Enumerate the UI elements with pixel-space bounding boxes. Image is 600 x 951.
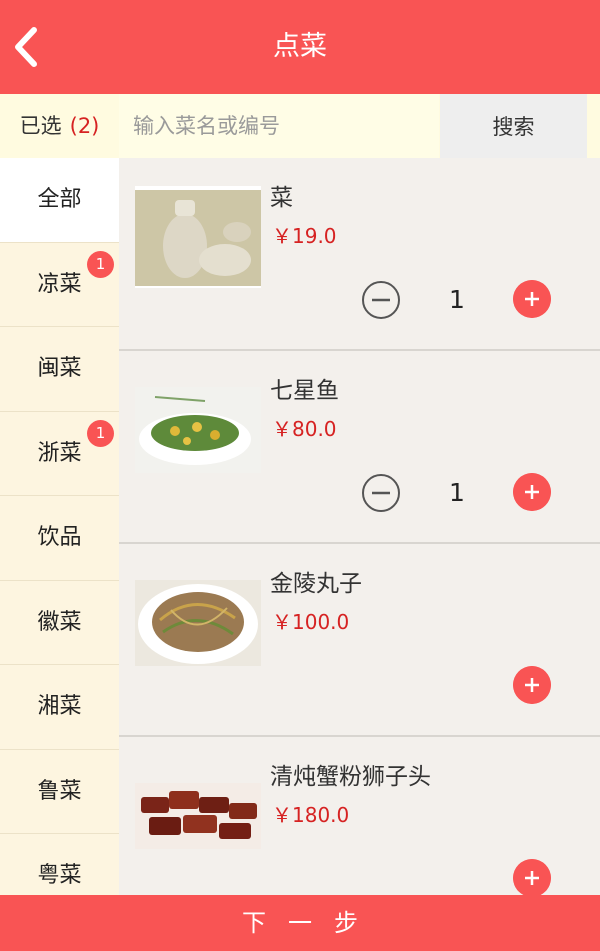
dish-price: ￥80.0	[272, 417, 337, 441]
app-header: 点菜	[0, 0, 600, 94]
next-step-button[interactable]: 下一步	[0, 895, 600, 951]
category-sidebar: 全部 凉菜 1 闽菜 浙菜 1 饮品 徽菜 湘菜 鲁菜 粤菜	[0, 158, 119, 895]
category-label: 徽菜	[37, 609, 82, 635]
selected-count-button[interactable]: 已选 (2)	[0, 94, 119, 158]
dish-name: 清炖蟹粉狮子头	[270, 764, 431, 790]
plus-icon[interactable]	[513, 473, 551, 511]
quantity-value: 1	[449, 285, 465, 314]
category-label: 鲁菜	[37, 778, 82, 804]
category-label: 饮品	[37, 525, 82, 550]
page-title: 点菜	[273, 31, 327, 62]
category-item-anhui[interactable]: 徽菜	[0, 581, 119, 665]
search-bar: 已选 (2) 搜索	[0, 94, 600, 158]
category-item-shandong[interactable]: 鲁菜	[0, 750, 119, 834]
quantity-value: 1	[449, 478, 465, 507]
category-item-hunan[interactable]: 湘菜	[0, 665, 119, 750]
category-label: 全部	[37, 187, 82, 212]
category-item-all[interactable]: 全部	[0, 158, 119, 243]
dish-item: 金陵丸子 ￥100.0	[119, 544, 600, 737]
dish-item: 清炖蟹粉狮子头 ￥180.0	[119, 737, 600, 895]
dish-price: ￥19.0	[272, 224, 337, 248]
category-item-zhejiang[interactable]: 浙菜 1	[0, 412, 119, 496]
dish-item: 菜 ￥19.0 1	[119, 158, 600, 351]
dish-photo	[135, 580, 261, 666]
dish-name: 菜	[270, 185, 293, 211]
category-label: 凉菜	[37, 271, 82, 297]
category-label: 粤菜	[37, 863, 82, 888]
dish-name: 金陵丸子	[270, 571, 362, 597]
search-input[interactable]	[119, 94, 439, 158]
dish-photo	[135, 186, 261, 288]
selected-label: 已选	[19, 114, 62, 138]
category-label: 浙菜	[37, 440, 82, 466]
dish-price: ￥100.0	[272, 610, 350, 634]
category-label: 闽菜	[37, 356, 82, 381]
category-item-drinks[interactable]: 饮品	[0, 496, 119, 581]
dish-item: 七星鱼 ￥80.0 1	[119, 351, 600, 544]
dish-photo	[135, 783, 261, 849]
dish-name: 七星鱼	[270, 378, 339, 404]
count-badge: 1	[87, 419, 114, 447]
selected-count: (2)	[69, 114, 100, 138]
plus-icon[interactable]	[513, 666, 551, 704]
search-button[interactable]: 搜索	[440, 94, 587, 158]
plus-icon[interactable]	[513, 859, 551, 895]
dish-photo	[135, 387, 261, 473]
minus-icon[interactable]	[361, 473, 401, 513]
dish-list: 菜 ￥19.0 1 七星鱼 ￥80.0 1 金陵丸子 ￥100.0 清炖蟹粉狮子…	[119, 158, 600, 895]
minus-icon[interactable]	[361, 280, 401, 320]
category-item-cantonese[interactable]: 粤菜	[0, 834, 119, 895]
category-item-fujian[interactable]: 闽菜	[0, 327, 119, 412]
category-item-cold-dishes[interactable]: 凉菜 1	[0, 243, 119, 327]
count-badge: 1	[87, 250, 114, 278]
category-label: 湘菜	[37, 694, 82, 719]
dish-price: ￥180.0	[272, 803, 350, 827]
plus-icon[interactable]	[513, 280, 551, 318]
